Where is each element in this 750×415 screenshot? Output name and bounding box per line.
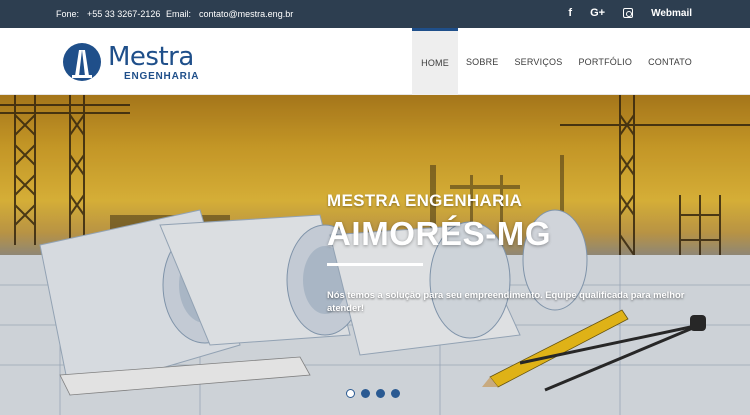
logo[interactable]: Mestra ENGENHARIA xyxy=(62,40,202,84)
phone-value[interactable]: +55 33 3267-2126 xyxy=(87,9,160,19)
logo-subtitle: ENGENHARIA xyxy=(124,71,200,82)
hero-divider xyxy=(327,263,423,266)
email-contact: Email: contato@mestra.eng.br xyxy=(166,9,293,19)
slider-dot-3[interactable] xyxy=(376,389,385,398)
slider-dots xyxy=(346,389,400,398)
site-header: Mestra ENGENHARIA HOME SOBRE SERVIÇOS PO… xyxy=(0,28,750,95)
logo-mark-icon xyxy=(63,43,101,81)
facebook-icon[interactable]: f xyxy=(568,7,572,19)
phone-contact: Fone: +55 33 3267-2126 xyxy=(56,9,160,19)
hero-title: AIMORÉS-MG xyxy=(327,215,552,252)
nav-servicos[interactable]: SERVIÇOS xyxy=(506,28,570,95)
slider-dot-2[interactable] xyxy=(361,389,370,398)
top-bar: Fone: +55 33 3267-2126 Email: contato@mest… xyxy=(0,0,750,28)
social-links: f G+ Webmail xyxy=(568,7,692,19)
nav-sobre[interactable]: SOBRE xyxy=(458,28,507,95)
email-label: Email: xyxy=(166,9,192,19)
hero-background-image xyxy=(0,95,750,415)
main-nav: HOME SOBRE SERVIÇOS PORTFÓLIO CONTATO xyxy=(412,28,700,95)
hero-kicker: MESTRA ENGENHARIA xyxy=(327,191,523,210)
instagram-icon[interactable] xyxy=(623,8,634,18)
hero-slider: MESTRA ENGENHARIA AIMORÉS-MG Nós temos a… xyxy=(0,95,750,415)
nav-home[interactable]: HOME xyxy=(412,28,458,95)
slider-dot-1[interactable] xyxy=(346,389,355,398)
logo-name: Mestra xyxy=(108,42,194,72)
hero-description: Nós temos a solução para seu empreendime… xyxy=(327,289,685,313)
slider-dot-4[interactable] xyxy=(391,389,400,398)
nav-contato[interactable]: CONTATO xyxy=(640,28,700,95)
webmail-link[interactable]: Webmail xyxy=(651,8,692,19)
google-plus-icon[interactable]: G+ xyxy=(590,7,605,19)
email-value[interactable]: contato@mestra.eng.br xyxy=(199,9,293,19)
nav-portfolio[interactable]: PORTFÓLIO xyxy=(570,28,640,95)
phone-label: Fone: xyxy=(56,9,80,19)
